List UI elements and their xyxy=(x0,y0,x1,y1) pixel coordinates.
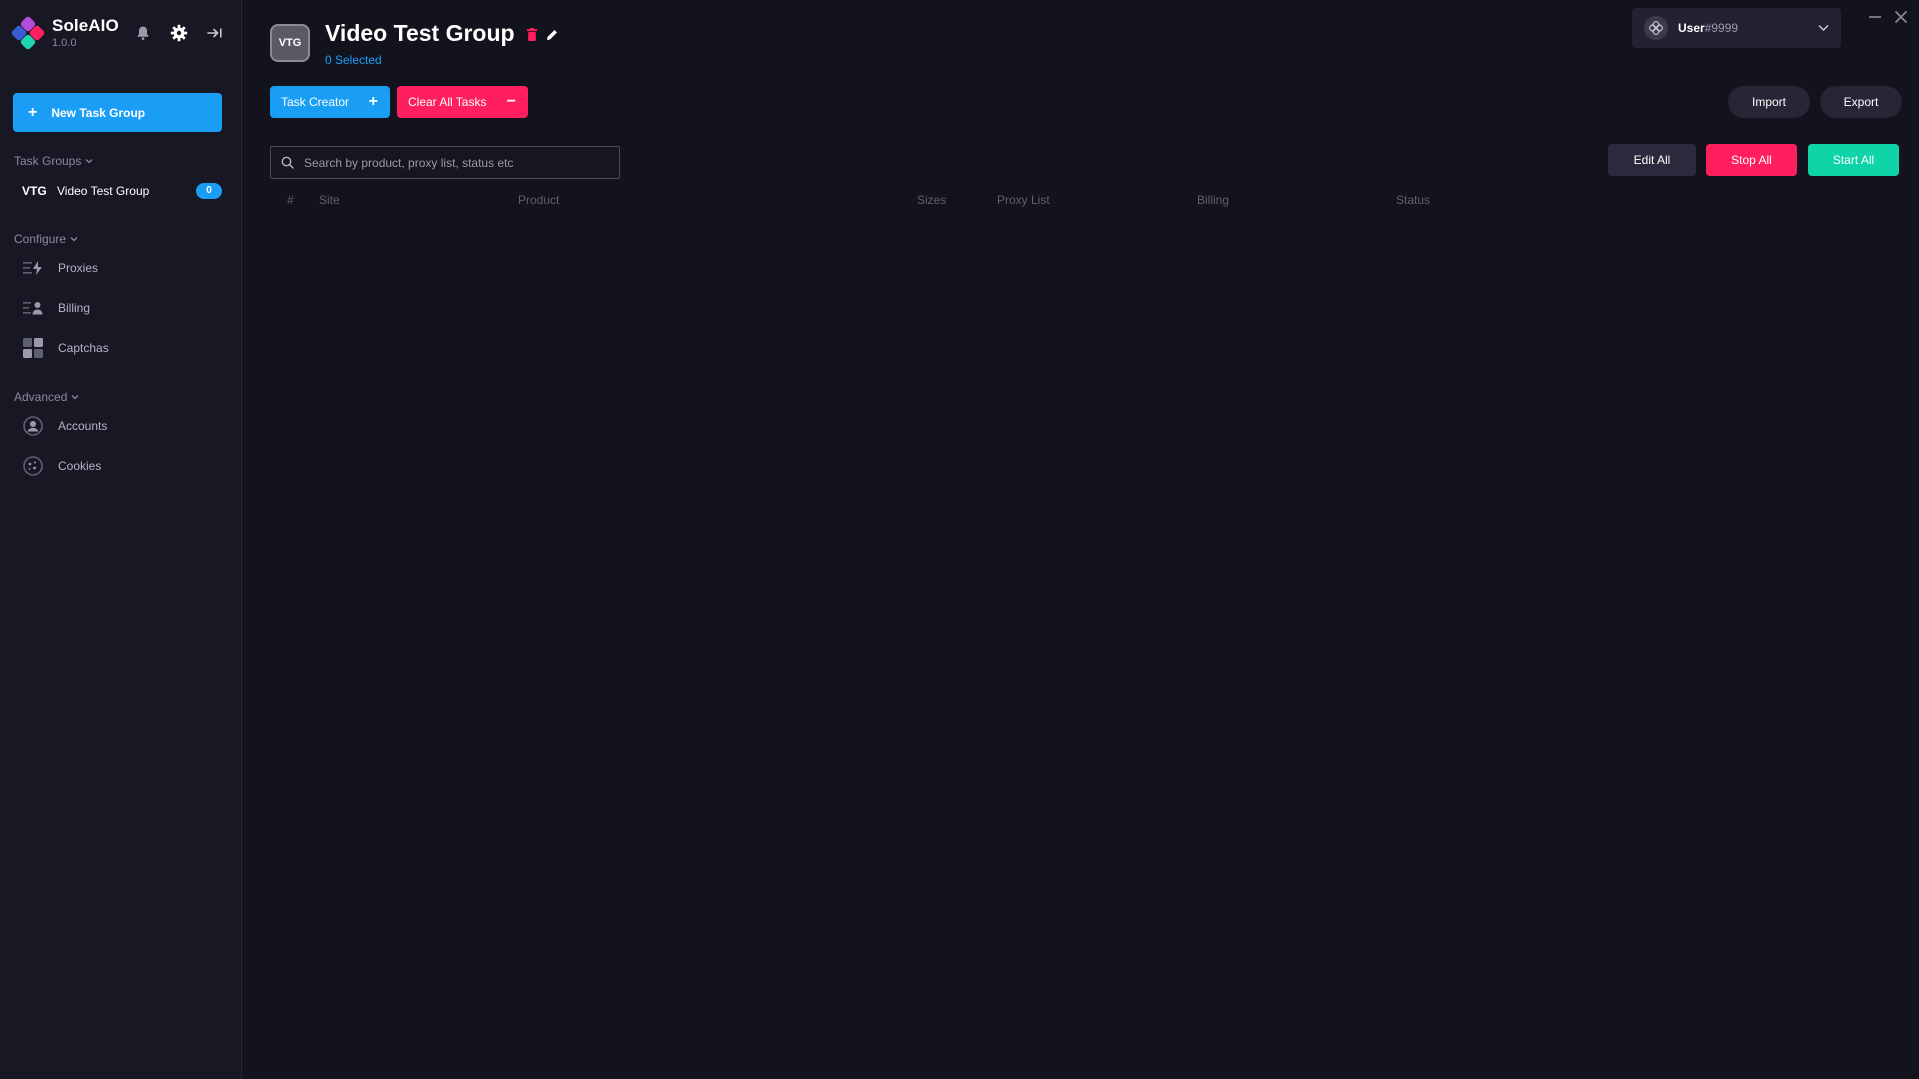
export-button[interactable]: Export xyxy=(1820,86,1902,118)
column-header-proxy-list: Proxy List xyxy=(997,193,1050,207)
task-creator-button[interactable]: Task Creator + xyxy=(270,86,390,118)
plus-icon: + xyxy=(28,103,38,121)
title-block: Video Test Group 0 Selected xyxy=(325,20,558,67)
start-all-button[interactable]: Start All xyxy=(1808,144,1899,176)
accounts-icon xyxy=(22,415,44,437)
chevron-down-icon xyxy=(1818,24,1829,32)
chevron-down-icon xyxy=(85,159,93,164)
advanced-section-toggle[interactable]: Advanced xyxy=(14,390,79,404)
sidebar-item-billing[interactable]: Billing xyxy=(22,296,222,320)
task-creator-label: Task Creator xyxy=(281,95,350,109)
app-name: SoleAIO xyxy=(52,16,119,35)
clear-all-tasks-button[interactable]: Clear All Tasks − xyxy=(397,86,528,118)
proxies-icon xyxy=(22,257,44,279)
trash-icon[interactable] xyxy=(526,20,537,47)
configure-label: Configure xyxy=(14,232,67,246)
task-group-item[interactable]: VTG Video Test Group 0 xyxy=(22,181,222,201)
gear-icon[interactable] xyxy=(168,22,190,44)
column-header-sizes: Sizes xyxy=(917,193,947,207)
stop-all-button[interactable]: Stop All xyxy=(1706,144,1797,176)
group-avatar: VTG xyxy=(270,24,310,62)
import-button[interactable]: Import xyxy=(1728,86,1810,118)
page-title: Video Test Group xyxy=(325,20,515,46)
brand: SoleAIO 1.0.0 xyxy=(10,15,119,50)
configure-section-toggle[interactable]: Configure xyxy=(14,232,78,246)
main-panel: VTG Video Test Group 0 Selected Task Cre… xyxy=(243,0,1919,1079)
search-field[interactable] xyxy=(270,146,620,179)
clear-all-tasks-label: Clear All Tasks xyxy=(408,95,487,109)
column-header-status: Status xyxy=(1396,193,1431,207)
app-version: 1.0.0 xyxy=(52,37,77,49)
sidebar-item-label: Cookies xyxy=(58,459,102,473)
column-header-billing: Billing xyxy=(1197,193,1230,207)
sidebar-item-label: Captchas xyxy=(58,341,109,355)
edit-all-button[interactable]: Edit All xyxy=(1608,144,1696,176)
group-task-count-badge: 0 xyxy=(196,183,222,199)
advanced-label: Advanced xyxy=(14,390,68,404)
sidebar-item-captchas[interactable]: Captchas xyxy=(22,336,222,360)
bell-icon[interactable] xyxy=(132,22,154,44)
sidebar-item-accounts[interactable]: Accounts xyxy=(22,414,222,438)
task-groups-section-toggle[interactable]: Task Groups xyxy=(14,154,93,168)
app-window: SoleAIO 1.0.0 + New Task Group Task Grou… xyxy=(0,0,1919,1079)
minus-icon: − xyxy=(506,93,516,110)
plus-icon: + xyxy=(368,93,378,110)
new-task-group-label: New Task Group xyxy=(51,105,146,120)
collapse-sidebar-icon[interactable] xyxy=(204,22,226,44)
sidebar-item-label: Accounts xyxy=(58,419,108,433)
task-groups-label: Task Groups xyxy=(14,154,82,168)
pencil-icon[interactable] xyxy=(546,20,558,47)
sidebar-item-label: Proxies xyxy=(58,261,99,275)
close-window-icon[interactable] xyxy=(1892,8,1910,26)
sidebar-item-cookies[interactable]: Cookies xyxy=(22,454,222,478)
billing-icon xyxy=(22,297,44,319)
search-input[interactable] xyxy=(304,155,604,170)
group-abbr: VTG xyxy=(22,184,47,198)
new-task-group-button[interactable]: + New Task Group xyxy=(13,93,222,132)
sidebar-item-label: Billing xyxy=(58,301,91,315)
column-header-site: Site xyxy=(319,193,340,207)
cookies-icon xyxy=(22,455,44,477)
chevron-down-icon xyxy=(71,395,79,400)
column-header-product: Product xyxy=(518,193,560,207)
minimize-window-icon[interactable] xyxy=(1866,8,1884,26)
search-icon xyxy=(281,156,294,169)
chevron-down-icon xyxy=(70,237,78,242)
selected-count: 0 Selected xyxy=(325,53,382,67)
user-name: User xyxy=(1678,21,1705,35)
soleaio-logo-icon xyxy=(10,15,46,50)
sidebar: SoleAIO 1.0.0 + New Task Group Task Grou… xyxy=(0,0,242,1079)
user-menu-dropdown[interactable]: User #9999 xyxy=(1632,8,1841,48)
column-header-index: # xyxy=(287,193,294,207)
captchas-icon xyxy=(22,337,44,359)
sidebar-item-proxies[interactable]: Proxies xyxy=(22,256,222,280)
user-tag: #9999 xyxy=(1704,21,1739,35)
group-name: Video Test Group xyxy=(57,184,150,198)
user-avatar-icon xyxy=(1644,16,1668,40)
